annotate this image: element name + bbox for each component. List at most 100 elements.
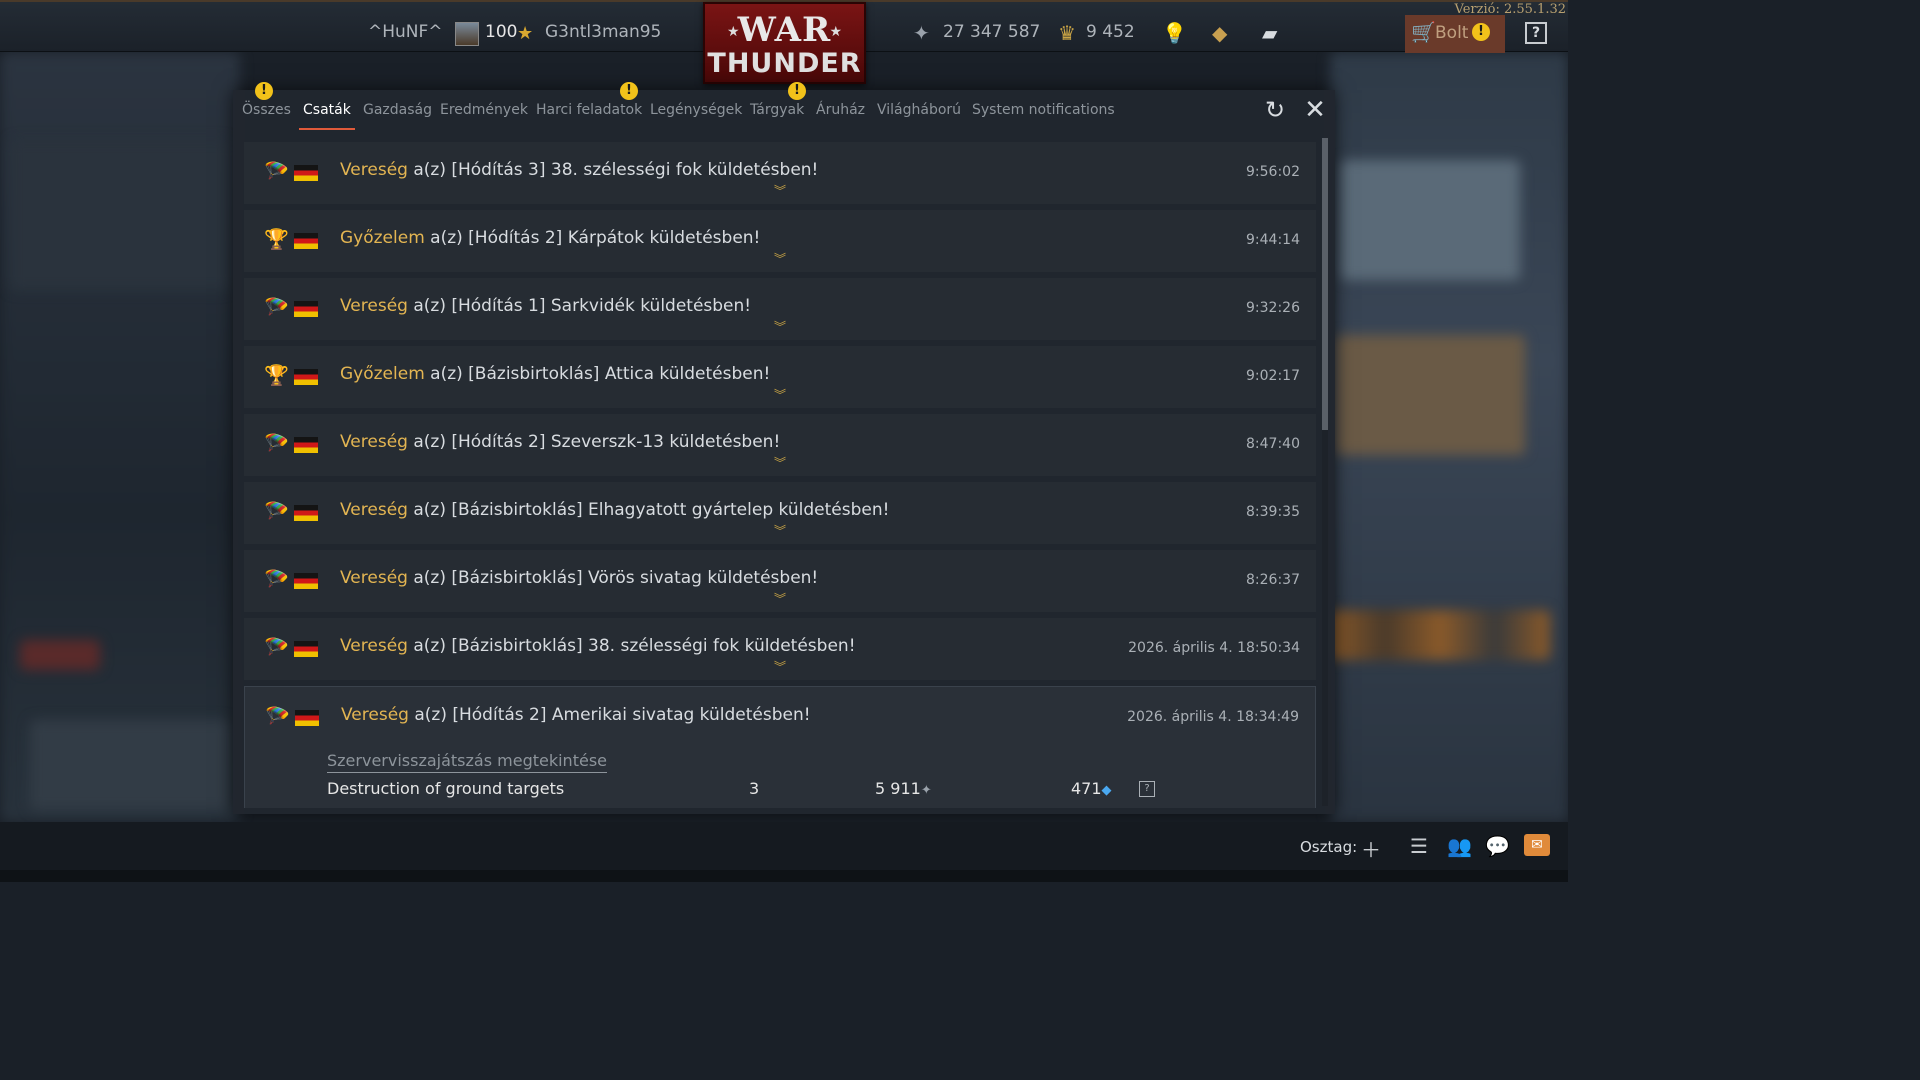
refresh-icon[interactable]: ↻ xyxy=(1263,98,1287,122)
tab-label: Harci feladatok xyxy=(536,102,643,118)
mail-icon[interactable]: ✉ xyxy=(1524,834,1550,856)
notification-message: Vereség a(z) [Hódítás 2] Amerikai sivata… xyxy=(341,705,811,725)
expand-chevron-icon[interactable]: ︾ xyxy=(774,250,786,267)
notification-row[interactable]: 🏆 Győzelem a(z) [Hódítás 2] Kárpátok küld… xyxy=(244,210,1316,272)
tab-label: Legénységek xyxy=(650,102,743,118)
help-icon[interactable]: ? xyxy=(1525,22,1547,44)
tab-label: System notifications xyxy=(972,102,1115,118)
silver-lions-balance[interactable]: 27 347 587 xyxy=(943,22,1040,42)
parachute-icon: 🪂 xyxy=(264,635,289,659)
mission-text: a(z) [Hódítás 2] Kárpátok küldetésben! xyxy=(424,228,761,248)
notification-message: Vereség a(z) [Hódítás 1] Sarkvidék külde… xyxy=(340,296,751,316)
tab-bar: Összes! Csaták Gazdaság Eredmények Harci fel… xyxy=(233,82,1253,132)
notification-message: Vereség a(z) [Bázisbirtoklás] Elhagyatot… xyxy=(340,500,889,520)
top-bar: Verzió: 2.55.1.32 ^HuNF^ 100 ★ G3ntl3man… xyxy=(0,0,1568,84)
mission-text: a(z) [Hódítás 3] 38. szélességi fok küld… xyxy=(407,160,819,180)
chat-icon[interactable]: 💬 xyxy=(1485,834,1510,858)
expand-chevron-icon[interactable]: ︾ xyxy=(774,386,786,403)
shop-label: Bolt xyxy=(1435,23,1469,43)
tab-label: Összes xyxy=(242,102,291,118)
lightbulb-icon[interactable]: 💡 xyxy=(1162,21,1187,45)
add-icon[interactable]: ＋ xyxy=(1359,834,1383,863)
squad-label: Osztag: xyxy=(1300,838,1358,856)
notification-time: 8:47:40 xyxy=(1246,436,1300,452)
notification-time: 8:39:35 xyxy=(1246,504,1300,520)
battle-result: Vereség xyxy=(340,500,408,520)
tab-4[interactable]: Eredmények xyxy=(440,102,528,118)
notification-message: Győzelem a(z) [Hódítás 2] Kárpátok külde… xyxy=(340,228,760,248)
notification-time: 9:56:02 xyxy=(1246,164,1300,180)
germany-flag-icon xyxy=(294,165,318,181)
notification-row[interactable]: 🪂 Vereség a(z) [Bázisbirtoklás] Vörös siv… xyxy=(244,550,1316,612)
silver-lions-icon: ✦ xyxy=(920,783,932,798)
expand-chevron-icon[interactable]: ︾ xyxy=(774,590,786,607)
parachute-icon: 🪂 xyxy=(264,159,289,183)
germany-flag-icon xyxy=(294,505,318,521)
list-icon[interactable]: ☰ xyxy=(1407,834,1431,858)
notification-row[interactable]: 🪂 Vereség a(z) [Bázisbirtoklás] 38. széle… xyxy=(244,618,1316,680)
expand-chevron-icon[interactable]: ︾ xyxy=(774,522,786,539)
clan-tag[interactable]: ^HuNF^ xyxy=(368,22,443,42)
shop-button[interactable]: 🛒 Bolt ! xyxy=(1405,15,1505,53)
mission-text: a(z) [Hódítás 1] Sarkvidék küldetésben! xyxy=(407,296,752,316)
tab-9[interactable]: Világháború xyxy=(877,102,961,118)
reward-help-icon[interactable]: ? xyxy=(1139,781,1155,797)
golden-eagles-balance[interactable]: 9 452 xyxy=(1086,22,1135,42)
warning-icon: ! xyxy=(620,82,638,100)
notification-time: 9:02:17 xyxy=(1246,368,1300,384)
player-nickname[interactable]: G3ntl3man95 xyxy=(545,22,661,42)
tab-2[interactable]: Csaták xyxy=(299,102,355,130)
reward-stat-name: Destruction of ground targets xyxy=(327,779,565,798)
notification-row[interactable]: 🪂 Vereség a(z) [Hódítás 2] Amerikai sivat… xyxy=(244,686,1316,808)
notification-time: 2026. április 4. 18:34:49 xyxy=(1127,709,1299,725)
notification-row[interactable]: 🪂 Vereség a(z) [Hódítás 3] 38. szélességi… xyxy=(244,142,1316,204)
tab-label: Áruház xyxy=(816,102,866,118)
battle-result: Vereség xyxy=(340,296,408,316)
tab-8[interactable]: Áruház xyxy=(816,102,865,118)
notification-time: 9:44:14 xyxy=(1246,232,1300,248)
notification-row[interactable]: 🪂 Vereség a(z) [Hódítás 1] Sarkvidék küld… xyxy=(244,278,1316,340)
server-replay-link[interactable]: Szervervisszajátszás megtekintése xyxy=(327,751,607,773)
avatar-icon[interactable] xyxy=(455,22,479,46)
tab-5[interactable]: Harci feladatok! xyxy=(536,82,643,118)
battle-result: Vereség xyxy=(340,568,408,588)
notification-row[interactable]: 🏆 Győzelem a(z) [Bázisbirtoklás] Attica k… xyxy=(244,346,1316,408)
trophy-icon: 🏆 xyxy=(264,227,289,251)
expand-chevron-icon[interactable]: ︾ xyxy=(774,182,786,199)
tab-10[interactable]: System notifications xyxy=(972,102,1115,118)
germany-flag-icon xyxy=(294,369,318,385)
notification-row[interactable]: 🪂 Vereség a(z) [Bázisbirtoklás] Elhagyato… xyxy=(244,482,1316,544)
notification-time: 2026. április 4. 18:50:34 xyxy=(1128,640,1300,656)
expand-chevron-icon[interactable]: ︾ xyxy=(774,318,786,335)
battle-result: Vereség xyxy=(341,705,409,725)
notification-list: 🪂 Vereség a(z) [Hódítás 3] 38. szélességi… xyxy=(244,142,1316,808)
notification-row[interactable]: 🪂 Vereség a(z) [Hódítás 2] Szeverszk-13 k… xyxy=(244,414,1316,476)
tab-6[interactable]: Legénységek xyxy=(650,102,742,118)
germany-flag-icon xyxy=(295,710,319,726)
notifications-panel: Összes! Csaták Gazdaság Eredmények Harci fel… xyxy=(233,82,1335,814)
battle-result: Vereség xyxy=(340,636,408,656)
battle-result: Győzelem xyxy=(340,364,425,384)
scrollbar-thumb[interactable] xyxy=(1322,138,1328,430)
tab-label: Tárgyak xyxy=(750,102,805,118)
germany-flag-icon xyxy=(294,301,318,317)
research-points-icon: ◆ xyxy=(1101,783,1112,798)
reward-silver-lions-value: 5 911 xyxy=(875,779,921,798)
friends-icon[interactable]: 👥 xyxy=(1447,834,1472,858)
expand-chevron-icon[interactable]: ︾ xyxy=(774,658,786,675)
coupon-icon[interactable]: ▰ xyxy=(1262,21,1277,45)
notification-message: Győzelem a(z) [Bázisbirtoklás] Attica kü… xyxy=(340,364,770,384)
diamond-icon[interactable]: ◆ xyxy=(1212,21,1227,45)
tab-1[interactable]: Összes! xyxy=(242,82,291,118)
war-thunder-logo[interactable]: ★ ★ WAR THUNDER xyxy=(703,2,866,84)
active-tab-underline xyxy=(299,128,355,130)
notification-message: Vereség a(z) [Bázisbirtoklás] 38. széles… xyxy=(340,636,856,656)
tab-3[interactable]: Gazdaság xyxy=(363,102,432,118)
expand-chevron-icon[interactable]: ︾ xyxy=(774,454,786,471)
close-icon[interactable]: ✕ xyxy=(1303,97,1327,123)
warning-icon: ! xyxy=(788,82,806,100)
germany-flag-icon xyxy=(294,573,318,589)
tab-7[interactable]: Tárgyak! xyxy=(750,82,806,118)
battle-result: Vereség xyxy=(340,160,408,180)
trophy-icon: 🏆 xyxy=(264,363,289,387)
